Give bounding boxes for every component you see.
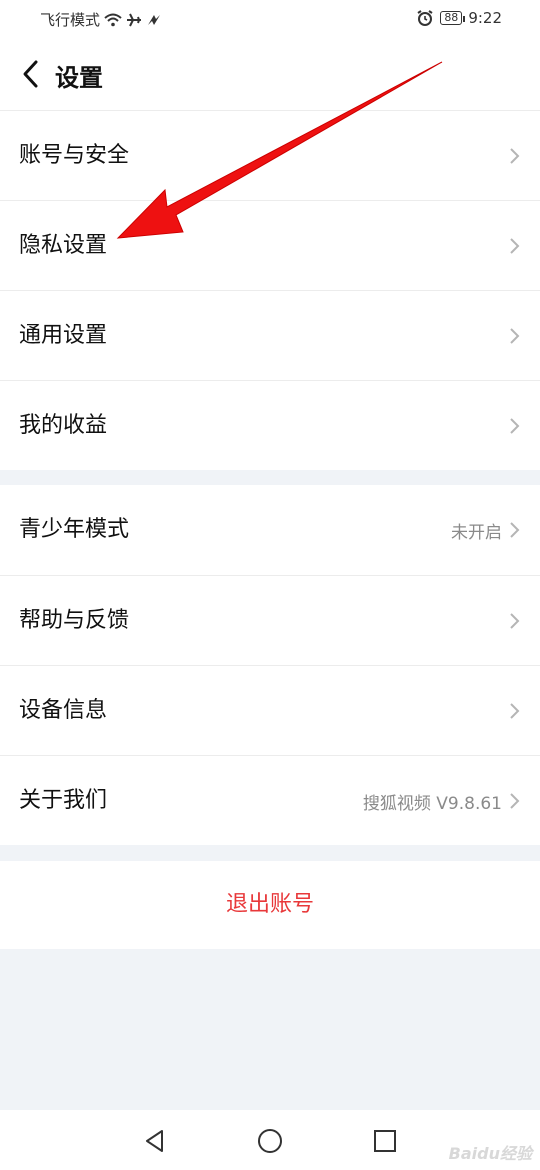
chevron-right-icon xyxy=(510,793,520,809)
back-button[interactable] xyxy=(16,56,46,92)
airplane-mode-text: 飞行模式 xyxy=(40,11,101,29)
page-title: 设置 xyxy=(55,64,103,92)
row-about-us[interactable]: 关于我们 搜狐视频 V9.8.61 xyxy=(0,755,540,845)
back-triangle-icon xyxy=(146,1130,163,1152)
clock-time: 9:22 xyxy=(468,9,502,27)
row-device-info[interactable]: 设备信息 xyxy=(0,665,540,755)
chevron-right-icon xyxy=(510,148,520,164)
nav-back-button[interactable] xyxy=(140,1126,170,1156)
row-privacy-settings[interactable]: 隐私设置 xyxy=(0,200,540,290)
chevron-right-icon xyxy=(510,522,520,538)
chevron-right-icon xyxy=(510,328,520,344)
status-right: 88 9:22 xyxy=(416,9,502,27)
app-version: 搜狐视频 V9.8.61 xyxy=(362,793,502,814)
row-account-security[interactable]: 账号与安全 xyxy=(0,110,540,200)
wifi-icon xyxy=(104,13,122,26)
home-circle-icon xyxy=(258,1129,282,1153)
chevron-right-icon xyxy=(510,703,520,719)
airplane-icon xyxy=(127,13,142,26)
row-label: 帮助与反馈 xyxy=(19,608,130,633)
teen-mode-status: 未开启 xyxy=(451,522,502,543)
nav-recents-button[interactable] xyxy=(370,1126,400,1156)
status-left: 飞行模式 xyxy=(40,9,162,30)
data-icon xyxy=(148,14,161,25)
row-teen-mode[interactable]: 青少年模式 未开启 xyxy=(0,485,540,575)
battery-icon: 88 xyxy=(440,11,466,25)
settings-group-other: 青少年模式 未开启 帮助与反馈 设备信息 关于我们 搜狐视频 V9.8.61 xyxy=(0,485,540,845)
row-general-settings[interactable]: 通用设置 xyxy=(0,290,540,380)
row-label: 账号与安全 xyxy=(19,143,130,168)
status-bar: 飞行模式 88 9:22 xyxy=(0,0,540,38)
chevron-right-icon xyxy=(510,613,520,629)
row-my-earnings[interactable]: 我的收益 xyxy=(0,380,540,470)
row-label: 设备信息 xyxy=(19,698,108,723)
row-label: 隐私设置 xyxy=(19,233,108,258)
alarm-icon xyxy=(417,10,433,26)
logout-button[interactable]: 退出账号 xyxy=(0,861,540,949)
chevron-left-icon xyxy=(23,60,38,88)
system-nav-bar: Baidu经验 xyxy=(0,1110,540,1170)
row-label: 关于我们 xyxy=(19,788,108,813)
recents-square-icon xyxy=(374,1130,396,1152)
row-label: 青少年模式 xyxy=(19,517,130,542)
settings-group-account: 账号与安全 隐私设置 通用设置 我的收益 xyxy=(0,110,540,470)
header: 设置 xyxy=(0,38,540,110)
row-label: 通用设置 xyxy=(19,323,108,348)
row-help-feedback[interactable]: 帮助与反馈 xyxy=(0,575,540,665)
watermark-logo: Baidu经验 xyxy=(448,1144,532,1163)
chevron-right-icon xyxy=(510,418,520,434)
nav-home-button[interactable] xyxy=(255,1126,285,1156)
chevron-right-icon xyxy=(510,238,520,254)
row-label: 我的收益 xyxy=(19,413,108,438)
